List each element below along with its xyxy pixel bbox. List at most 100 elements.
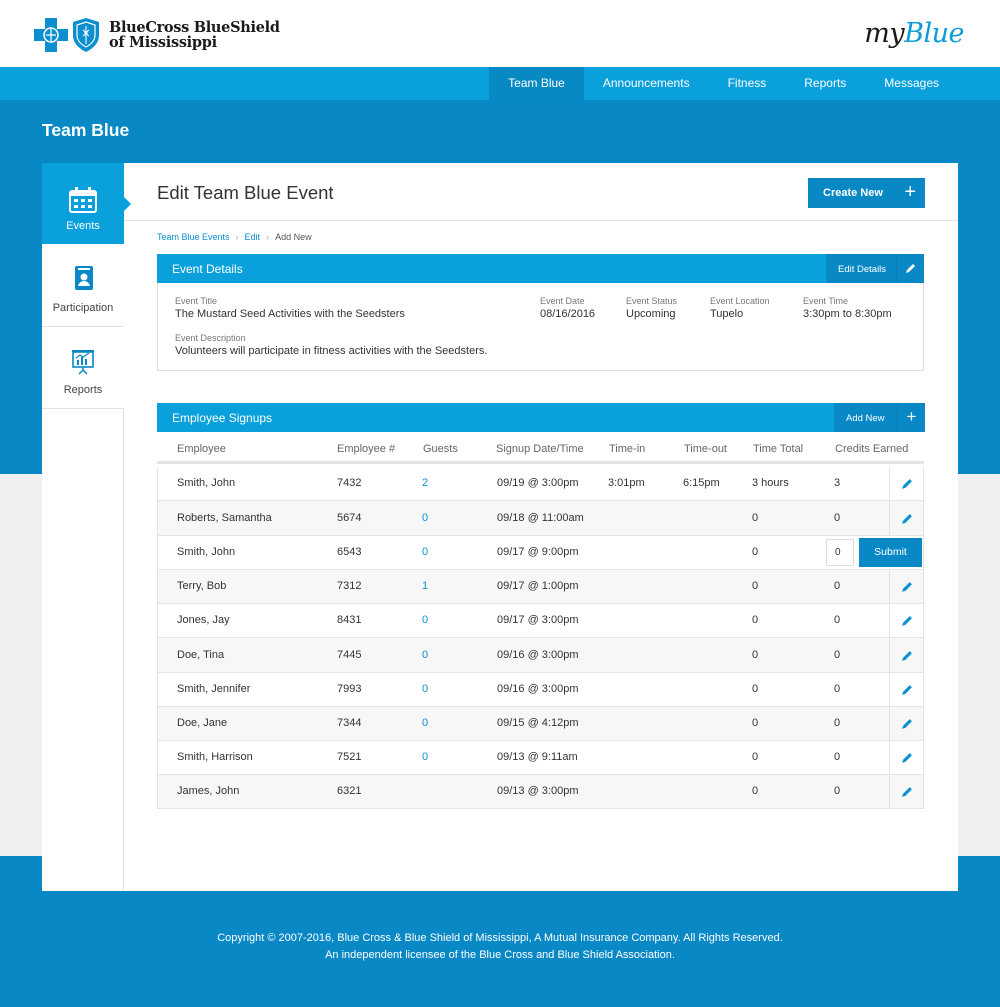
edit-details-button[interactable]: Edit Details: [826, 254, 924, 283]
employee-name: Roberts, Samantha: [177, 512, 272, 524]
footer-text: Copyright © 2007-2016, Blue Cross & Blue…: [0, 930, 1000, 964]
main-content: Edit Team Blue Event Create New + Team B…: [124, 163, 958, 891]
guests-count[interactable]: 0: [422, 751, 428, 763]
chevron-right-icon: ›: [266, 232, 270, 242]
table-row: Smith, Jennifer 7993 0 09/16 @ 3:00pm 0 0: [157, 673, 924, 707]
guests-count[interactable]: 1: [422, 580, 428, 592]
myblue-brand[interactable]: myBlue: [864, 18, 964, 49]
col-time-out: Time-out: [684, 443, 727, 455]
logo-line-1: BlueCross BlueShield: [109, 19, 280, 36]
breadcrumb-current: Add New: [275, 232, 312, 242]
edit-details-label: Edit Details: [838, 264, 887, 275]
edit-row-button[interactable]: [889, 467, 924, 500]
credits-earned: 3: [834, 477, 841, 489]
event-description-key: Event Description: [175, 333, 246, 343]
pencil-icon: [902, 753, 912, 763]
employee-signups-header: Employee Signups Add New +: [157, 403, 925, 432]
plus-icon: +: [897, 403, 925, 432]
pencil-icon: [902, 719, 912, 729]
col-guests: Guests: [423, 443, 458, 455]
brand-prefix: my: [864, 18, 905, 49]
breadcrumb-edit[interactable]: Edit: [245, 232, 261, 242]
signup-datetime: 09/15 @ 4:12pm: [497, 717, 579, 729]
col-time-in: Time-in: [609, 443, 646, 455]
pencil-icon: [902, 514, 912, 524]
time-total: 0: [752, 717, 759, 729]
signup-datetime: 09/19 @ 3:00pm: [497, 477, 579, 489]
sidebar-item-reports[interactable]: Reports: [42, 327, 124, 409]
employee-number: 5674: [337, 512, 362, 524]
create-new-button[interactable]: Create New +: [808, 178, 925, 208]
guests-count[interactable]: 0: [422, 546, 428, 558]
edit-row-button[interactable]: [889, 604, 924, 637]
credits-input[interactable]: [826, 539, 854, 566]
sidebar-item-events[interactable]: Events: [42, 163, 124, 244]
top-header: BlueCross BlueShield of Mississippi myBl…: [0, 0, 1000, 67]
guests-count[interactable]: 0: [422, 512, 428, 524]
event-status-value: Upcoming: [626, 308, 676, 320]
event-time-field: Event Time 3:30pm to 8:30pm: [803, 296, 892, 320]
event-details-body: Event Title The Mustard Seed Activities …: [157, 283, 924, 371]
nav-item-fitness[interactable]: Fitness: [709, 67, 786, 100]
main-nav: Team Blue Announcements Fitness Reports Mess…: [0, 67, 1000, 100]
employee-number: 6321: [337, 785, 362, 797]
employee-signups-title: Employee Signups: [172, 411, 273, 425]
sidebar: Events Participation Reports: [42, 163, 131, 891]
credits-earned: 0: [834, 751, 841, 763]
time-total: 0: [752, 614, 759, 626]
guests-count[interactable]: 2: [422, 477, 428, 489]
guests-count[interactable]: 0: [422, 683, 428, 695]
guests-count[interactable]: 0: [422, 614, 428, 626]
pencil-icon: [902, 651, 912, 661]
employee-name: James, John: [177, 785, 240, 797]
copyright-text: Copyright © 2007-2016, Blue Cross & Blue…: [217, 932, 783, 944]
credits-earned: 0: [834, 614, 841, 626]
table-header: Employee Employee # Guests Signup Date/T…: [157, 433, 924, 464]
credits-earned: 0: [834, 580, 841, 592]
nav-item-announcements[interactable]: Announcements: [584, 67, 709, 100]
credits-earned: 0: [834, 785, 841, 797]
table-row: Terry, Bob 7312 1 09/17 @ 1:00pm 0 0: [157, 570, 924, 604]
edit-row-button[interactable]: [889, 775, 924, 808]
employee-name: Doe, Tina: [177, 649, 225, 661]
event-status-key: Event Status: [626, 296, 678, 306]
table-row: Smith, Harrison 7521 0 09/13 @ 9:11am 0 0: [157, 741, 924, 775]
add-new-button[interactable]: Add New +: [834, 403, 925, 432]
employee-number: 7344: [337, 717, 362, 729]
event-date-value: 08/16/2016: [540, 308, 596, 320]
nav-item-reports[interactable]: Reports: [785, 67, 865, 100]
guests-count[interactable]: 0: [422, 649, 428, 661]
credits-earned: 0: [834, 649, 841, 661]
nav-item-messages[interactable]: Messages: [865, 67, 958, 100]
add-new-label: Add New: [846, 413, 885, 424]
event-time-value: 3:30pm to 8:30pm: [803, 308, 892, 320]
employee-name: Doe, Jane: [177, 717, 228, 729]
employee-number: 8431: [337, 614, 362, 626]
time-in: 3:01pm: [608, 477, 645, 489]
edit-row-button[interactable]: [889, 638, 924, 672]
submit-button[interactable]: Submit: [859, 538, 922, 567]
edit-row-button[interactable]: [889, 570, 924, 603]
event-title-value: The Mustard Seed Activities with the See…: [175, 308, 405, 320]
edit-row-button[interactable]: [889, 501, 924, 535]
col-credits-earned: Credits Earned: [835, 443, 909, 455]
event-date-field: Event Date 08/16/2016: [540, 296, 595, 320]
nav-item-team-blue[interactable]: Team Blue: [489, 67, 584, 100]
event-time-key: Event Time: [803, 296, 849, 306]
event-details-title: Event Details: [172, 262, 243, 276]
sidebar-item-participation[interactable]: Participation: [42, 245, 124, 327]
breadcrumb-team-blue-events[interactable]: Team Blue Events: [157, 232, 230, 242]
edit-row-button[interactable]: [889, 707, 924, 740]
time-total: 0: [752, 649, 759, 661]
page-heading: Team Blue: [42, 120, 130, 140]
table-row: Smith, John 6543 0 09/17 @ 9:00pm 0 0 Submit: [157, 536, 924, 570]
bcbs-logo[interactable]: BlueCross BlueShield of Mississippi: [34, 16, 280, 54]
employee-number: 7521: [337, 751, 362, 763]
sidebar-item-label: Events: [66, 220, 100, 232]
guests-count[interactable]: 0: [422, 717, 428, 729]
col-time-total: Time Total: [753, 443, 804, 455]
edit-row-button[interactable]: [889, 673, 924, 706]
employee-number: 7432: [337, 477, 362, 489]
pencil-icon: [902, 479, 912, 489]
edit-row-button[interactable]: [889, 741, 924, 774]
